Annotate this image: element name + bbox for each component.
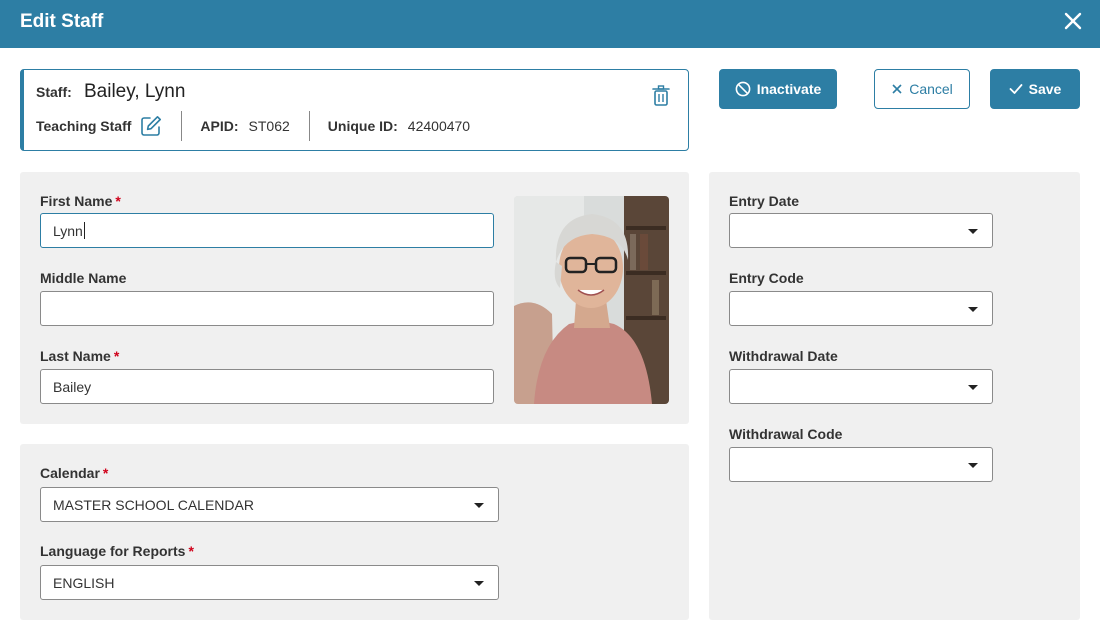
close-icon — [892, 84, 902, 94]
entry-code-label: Entry Code — [729, 270, 804, 286]
divider — [308, 111, 310, 141]
middle-name-field[interactable] — [40, 291, 494, 326]
inactivate-button[interactable]: Inactivate — [719, 69, 837, 109]
staff-label: Staff: — [36, 84, 72, 100]
first-name-value: Lynn — [53, 222, 83, 239]
name-panel: First Name * Lynn Middle Name Last Name * … — [20, 172, 689, 424]
entry-date-select[interactable] — [729, 213, 993, 248]
entry-withdrawal-panel: Entry Date Entry Code Withdrawal Date Wi… — [709, 172, 1080, 620]
withdrawal-date-label: Withdrawal Date — [729, 348, 838, 364]
dialog-title: Edit Staff — [20, 11, 104, 32]
required-mark: * — [113, 348, 120, 364]
divider — [181, 111, 183, 141]
staff-name: Bailey, Lynn — [84, 81, 186, 102]
edit-icon[interactable] — [140, 115, 162, 137]
block-icon — [735, 81, 751, 97]
last-name-value: Bailey — [53, 378, 92, 395]
required-mark: * — [102, 465, 109, 481]
apid-value: ST062 — [248, 118, 290, 134]
first-name-label: First Name * — [40, 193, 121, 209]
chevron-down-icon — [968, 385, 978, 390]
middle-name-label: Middle Name — [40, 270, 127, 286]
chevron-down-icon — [968, 229, 978, 234]
close-icon[interactable] — [1060, 8, 1086, 34]
cancel-button[interactable]: Cancel — [874, 69, 970, 109]
save-button[interactable]: Save — [990, 69, 1080, 109]
calendar-label: Calendar * — [40, 465, 109, 481]
calendar-select[interactable]: MASTER SCHOOL CALENDAR — [40, 487, 499, 522]
text-caret — [83, 222, 85, 239]
apid-label: APID: — [200, 118, 239, 134]
entry-date-label: Entry Date — [729, 193, 800, 209]
staff-type: Teaching Staff — [36, 118, 132, 134]
staff-summary-card: Staff: Bailey, Lynn Teaching Staff APID:… — [20, 69, 689, 151]
save-label: Save — [1028, 81, 1062, 97]
last-name-field[interactable]: Bailey — [40, 369, 494, 404]
calendar-panel: Calendar * MASTER SCHOOL CALENDAR Languag… — [20, 444, 689, 620]
language-select[interactable]: ENGLISH — [40, 565, 499, 600]
staff-photo[interactable] — [514, 196, 669, 404]
withdrawal-date-select[interactable] — [729, 369, 993, 404]
chevron-down-icon — [968, 307, 978, 312]
chevron-down-icon — [474, 581, 484, 586]
staff-details-row: Teaching Staff APID: ST062 Unique ID: 42… — [36, 110, 470, 142]
language-label: Language for Reports * — [40, 543, 194, 559]
unique-id-value: 42400470 — [407, 118, 471, 134]
chevron-down-icon — [968, 463, 978, 468]
dialog-header: Edit Staff — [0, 0, 1100, 48]
required-mark: * — [115, 193, 121, 209]
withdrawal-code-label: Withdrawal Code — [729, 426, 843, 442]
first-name-field[interactable]: Lynn — [40, 213, 494, 248]
chevron-down-icon — [474, 503, 484, 508]
trash-icon[interactable] — [652, 85, 670, 107]
cancel-label: Cancel — [909, 81, 953, 97]
required-mark: * — [188, 543, 194, 559]
withdrawal-code-select[interactable] — [729, 447, 993, 482]
last-name-label: Last Name * — [40, 348, 120, 364]
check-icon — [1009, 84, 1023, 94]
unique-id-label: Unique ID: — [327, 118, 398, 134]
calendar-value: MASTER SCHOOL CALENDAR — [53, 496, 254, 513]
entry-code-select[interactable] — [729, 291, 993, 326]
language-value: ENGLISH — [53, 574, 115, 591]
inactivate-label: Inactivate — [756, 81, 822, 97]
